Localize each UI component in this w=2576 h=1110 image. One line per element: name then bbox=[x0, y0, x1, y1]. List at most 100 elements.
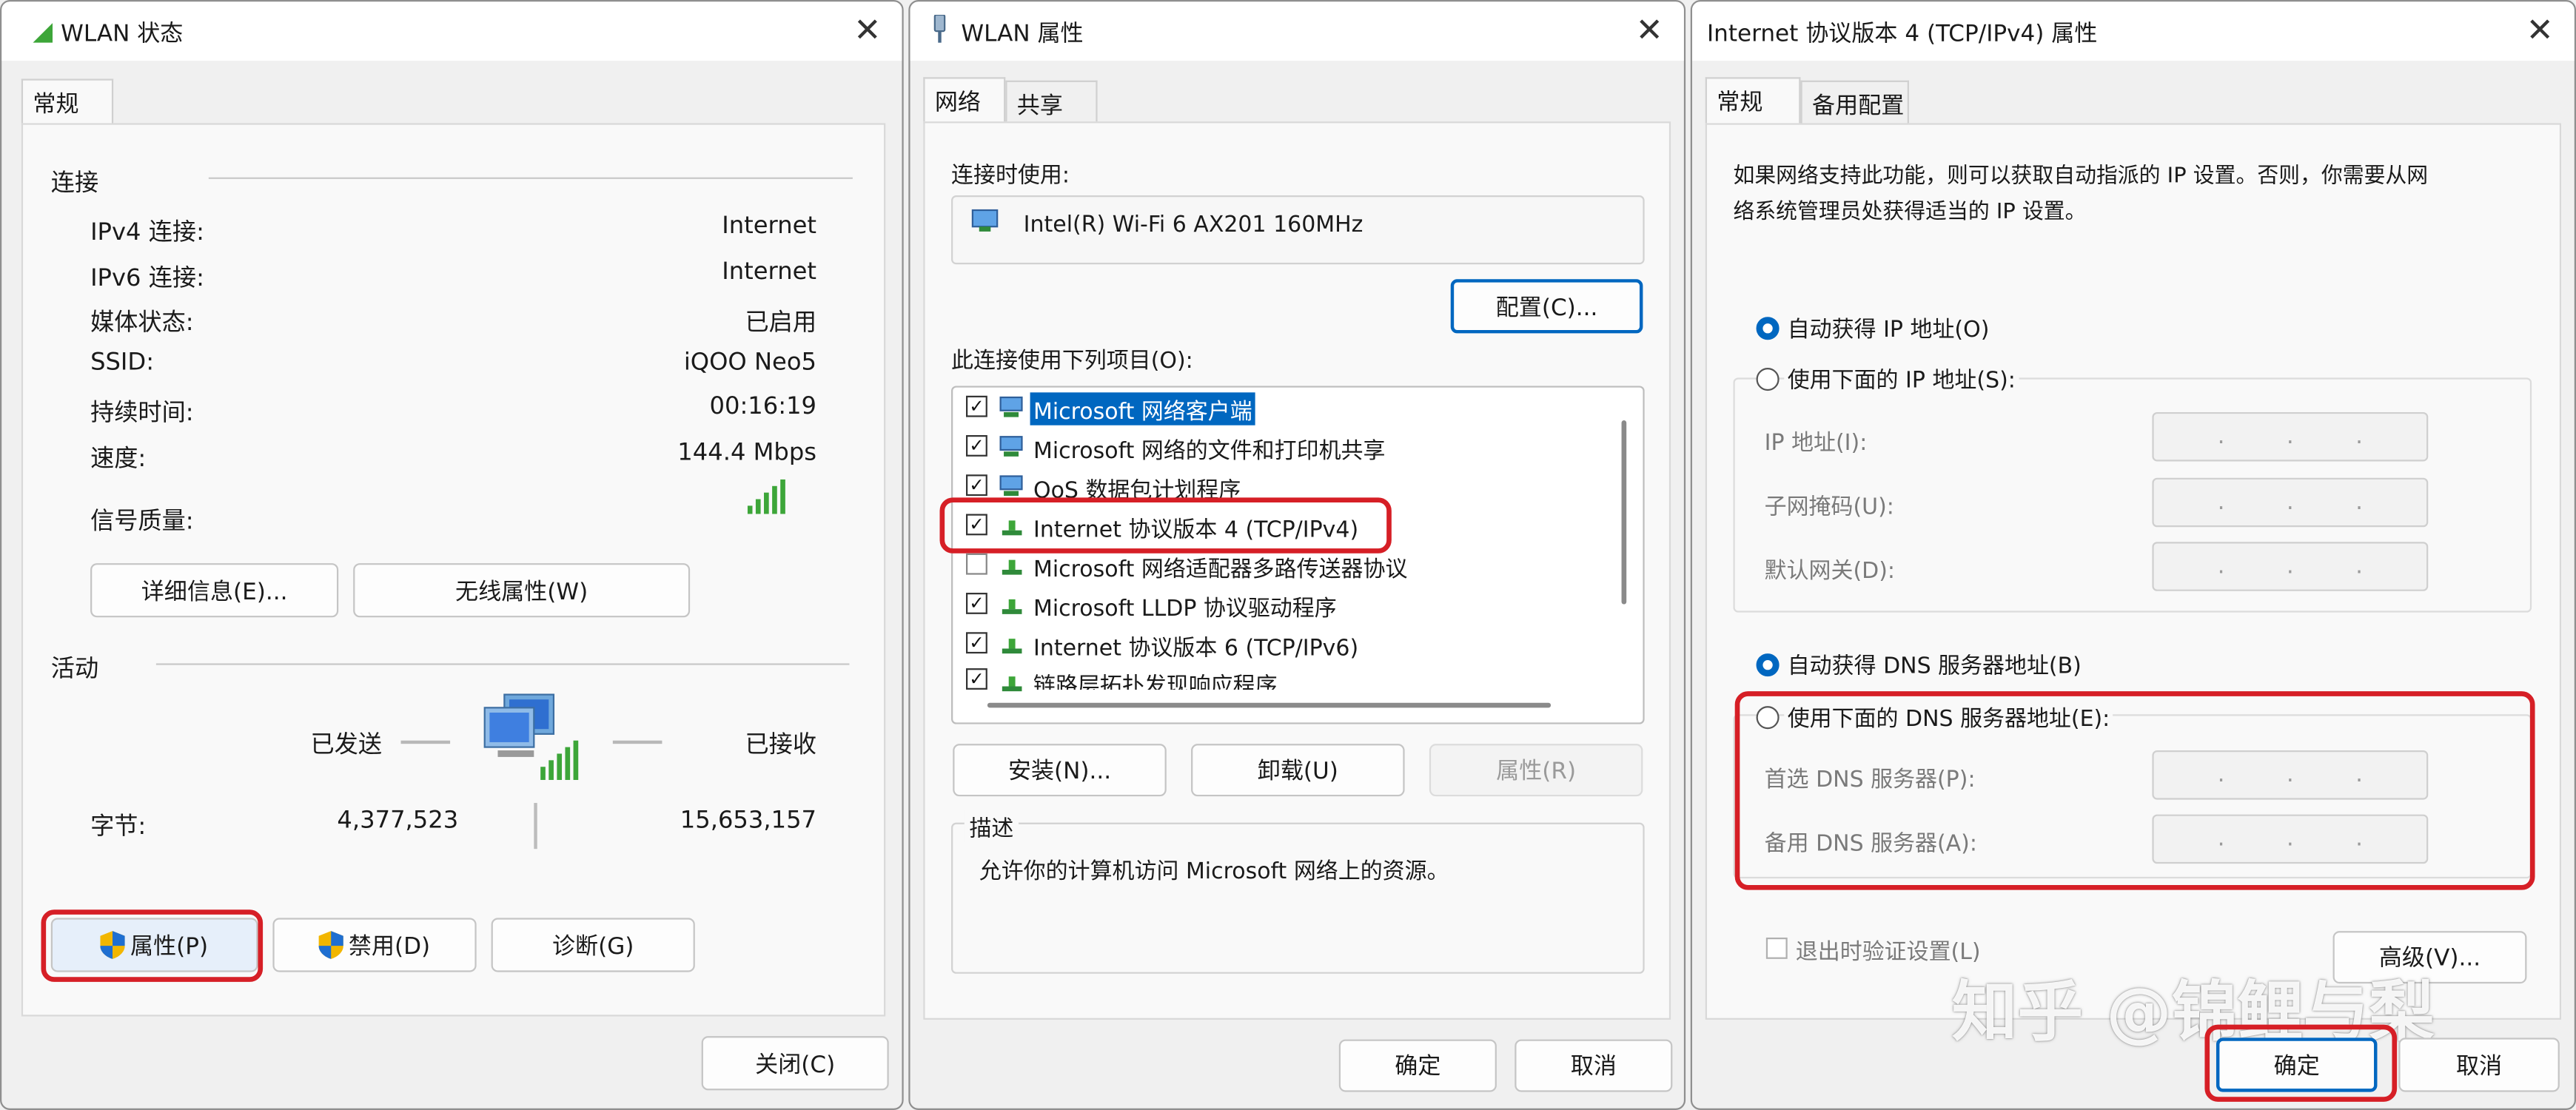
auto-ip-radio[interactable] bbox=[1756, 317, 1780, 340]
speed-value: 144.4 Mbps bbox=[677, 440, 817, 467]
bytes-received-value: 15,653,157 bbox=[680, 807, 817, 835]
item-checkbox[interactable]: ✓ bbox=[966, 632, 987, 654]
intro-text-line1: 如果网络支持此功能，则可以获取自动指派的 IP 设置。否则，你需要从网 bbox=[1733, 164, 2429, 189]
ip-address-input[interactable]: ... bbox=[2152, 411, 2429, 462]
ipv4-label: IPv4 连接: bbox=[90, 220, 204, 246]
tab-general[interactable]: 常规 bbox=[1705, 77, 1801, 124]
intro-text-line2: 络系统管理员处获得适当的 IP 设置。 bbox=[1733, 200, 2087, 225]
item-checkbox[interactable]: ✓ bbox=[966, 474, 987, 497]
cancel-button[interactable]: 取消 bbox=[1515, 1039, 1673, 1092]
validate-checkbox[interactable] bbox=[1765, 937, 1788, 959]
ssid-label: SSID: bbox=[90, 349, 155, 377]
tab-general[interactable]: 常规 bbox=[21, 78, 114, 125]
item-label[interactable]: Microsoft 网络客户端 bbox=[1030, 392, 1256, 426]
window-title: WLAN 状态 bbox=[61, 21, 184, 48]
tab-sharing[interactable]: 共享 bbox=[1005, 80, 1098, 125]
signal-bars-icon bbox=[747, 479, 785, 514]
close-button[interactable]: 关闭(C) bbox=[701, 1036, 889, 1091]
description-text: 允许你的计算机访问 Microsoft 网络上的资源。 bbox=[979, 858, 1449, 885]
auto-dns-radio[interactable] bbox=[1756, 653, 1780, 677]
item-checkbox[interactable]: ✓ bbox=[966, 435, 987, 457]
ssid-value: iQOO Neo5 bbox=[683, 349, 817, 377]
media-state-label: 媒体状态: bbox=[90, 310, 194, 337]
properties-button[interactable]: 属性(P) bbox=[50, 918, 258, 972]
cancel-button[interactable]: 取消 bbox=[2398, 1037, 2560, 1092]
protocol-icon bbox=[1002, 676, 1022, 692]
activity-group-label: 活动 bbox=[50, 656, 99, 684]
item-label[interactable]: Internet 协议版本 6 (TCP/IPv6) bbox=[1033, 629, 1358, 662]
diagnose-button[interactable]: 诊断(G) bbox=[491, 918, 695, 972]
duration-label: 持续时间: bbox=[90, 400, 194, 427]
ok-button[interactable]: 确定 bbox=[2216, 1037, 2378, 1092]
item-label[interactable]: Microsoft 网络的文件和打印机共享 bbox=[1033, 432, 1385, 465]
item-checkbox[interactable]: ✓ bbox=[966, 668, 987, 690]
group-divider bbox=[155, 663, 850, 665]
network-adapter-icon bbox=[971, 209, 999, 232]
auto-ip-label[interactable]: 自动获得 IP 地址(O) bbox=[1788, 310, 1990, 343]
item-label[interactable]: Internet 协议版本 4 (TCP/IPv4) bbox=[1033, 511, 1358, 544]
qos-icon bbox=[999, 475, 1023, 497]
disable-button-label: 禁用(D) bbox=[348, 933, 431, 960]
sent-label: 已发送 bbox=[310, 732, 383, 759]
ok-button[interactable]: 确定 bbox=[1338, 1039, 1497, 1092]
item-checkbox[interactable]: ✓ bbox=[966, 514, 987, 536]
close-icon[interactable]: ✕ bbox=[846, 12, 889, 51]
preferred-dns-input[interactable]: ... bbox=[2152, 750, 2429, 800]
close-icon[interactable]: ✕ bbox=[1628, 12, 1671, 51]
item-checkbox[interactable] bbox=[966, 553, 987, 575]
file-sharing-icon bbox=[999, 436, 1023, 457]
item-label[interactable]: QoS 数据包计划程序 bbox=[1033, 471, 1241, 505]
title-bar: WLAN 状态 ✕ bbox=[1, 1, 902, 61]
title-bar: WLAN 属性 ✕ bbox=[910, 1, 1684, 61]
subnet-mask-input[interactable]: ... bbox=[2152, 477, 2429, 528]
item-checkbox[interactable]: ✓ bbox=[966, 395, 987, 417]
item-checkbox[interactable]: ✓ bbox=[966, 593, 987, 614]
network-computers-icon bbox=[483, 693, 579, 780]
protocol-icon bbox=[1002, 599, 1022, 614]
item-label[interactable]: 链路层拓扑发现响应程序 bbox=[1033, 667, 1278, 690]
manual-ip-label[interactable]: 使用下面的 IP 地址(S): bbox=[1784, 361, 2019, 394]
bytes-divider bbox=[534, 803, 537, 850]
item-label[interactable]: Microsoft 网络适配器多路传送器协议 bbox=[1033, 550, 1407, 583]
manual-ip-radio[interactable] bbox=[1756, 368, 1780, 391]
details-button[interactable]: 详细信息(E)... bbox=[90, 563, 339, 618]
alternate-dns-label: 备用 DNS 服务器(A): bbox=[1764, 830, 1977, 858]
received-line bbox=[612, 740, 663, 744]
close-icon[interactable]: ✕ bbox=[2518, 12, 2561, 51]
uninstall-button[interactable]: 卸载(U) bbox=[1191, 744, 1405, 797]
auto-dns-label[interactable]: 自动获得 DNS 服务器地址(B) bbox=[1788, 647, 2082, 680]
sent-line bbox=[400, 740, 451, 744]
manual-dns-radio[interactable] bbox=[1756, 706, 1780, 730]
install-button[interactable]: 安装(N)... bbox=[953, 744, 1167, 797]
items-label: 此连接使用下列项目(O): bbox=[951, 348, 1193, 374]
gateway-input[interactable]: ... bbox=[2152, 542, 2429, 591]
media-state-value: 已启用 bbox=[745, 310, 817, 337]
list-scrollbar[interactable] bbox=[1621, 420, 1627, 605]
signal-quality-label: 信号质量: bbox=[90, 508, 194, 536]
duration-value: 00:16:19 bbox=[709, 394, 817, 421]
protocol-icon bbox=[1002, 520, 1022, 536]
adapter-name: Intel(R) Wi-Fi 6 AX201 160MHz bbox=[1023, 212, 1364, 238]
ipv4-properties-window: Internet 协议版本 4 (TCP/IPv4) 属性 ✕ 常规 备用配置 … bbox=[1690, 0, 2576, 1110]
configure-button[interactable]: 配置(C)... bbox=[1450, 279, 1643, 334]
connect-using-label: 连接时使用: bbox=[951, 162, 1070, 189]
manual-dns-label[interactable]: 使用下面的 DNS 服务器地址(E): bbox=[1784, 699, 2113, 733]
uac-shield-icon bbox=[101, 931, 126, 959]
bytes-label: 字节: bbox=[90, 814, 147, 841]
list-scrollbar-horizontal[interactable] bbox=[987, 702, 1552, 708]
wlan-properties-window: WLAN 属性 ✕ 网络 共享 连接时使用: Intel(R) Wi-Fi 6 … bbox=[908, 0, 1686, 1110]
item-label[interactable]: Microsoft LLDP 协议驱动程序 bbox=[1033, 590, 1337, 622]
wifi-adapter-icon bbox=[933, 14, 946, 43]
window-title: WLAN 属性 bbox=[961, 21, 1084, 48]
wlan-status-window: WLAN 状态 ✕ 常规 连接 IPv4 连接: Internet IPv6 连… bbox=[0, 0, 904, 1110]
item-properties-button[interactable]: 属性(R) bbox=[1429, 744, 1643, 797]
tab-alternate-config[interactable]: 备用配置 bbox=[1800, 80, 1909, 125]
disable-button[interactable]: 禁用(D) bbox=[272, 918, 477, 972]
wifi-signal-icon bbox=[33, 23, 53, 43]
wireless-properties-button[interactable]: 无线属性(W) bbox=[353, 563, 691, 618]
tab-networking[interactable]: 网络 bbox=[923, 77, 1006, 124]
alternate-dns-input[interactable]: ... bbox=[2152, 814, 2429, 864]
network-client-icon bbox=[999, 396, 1023, 417]
protocol-icon bbox=[1002, 559, 1022, 575]
bytes-sent-value: 4,377,523 bbox=[337, 807, 459, 835]
